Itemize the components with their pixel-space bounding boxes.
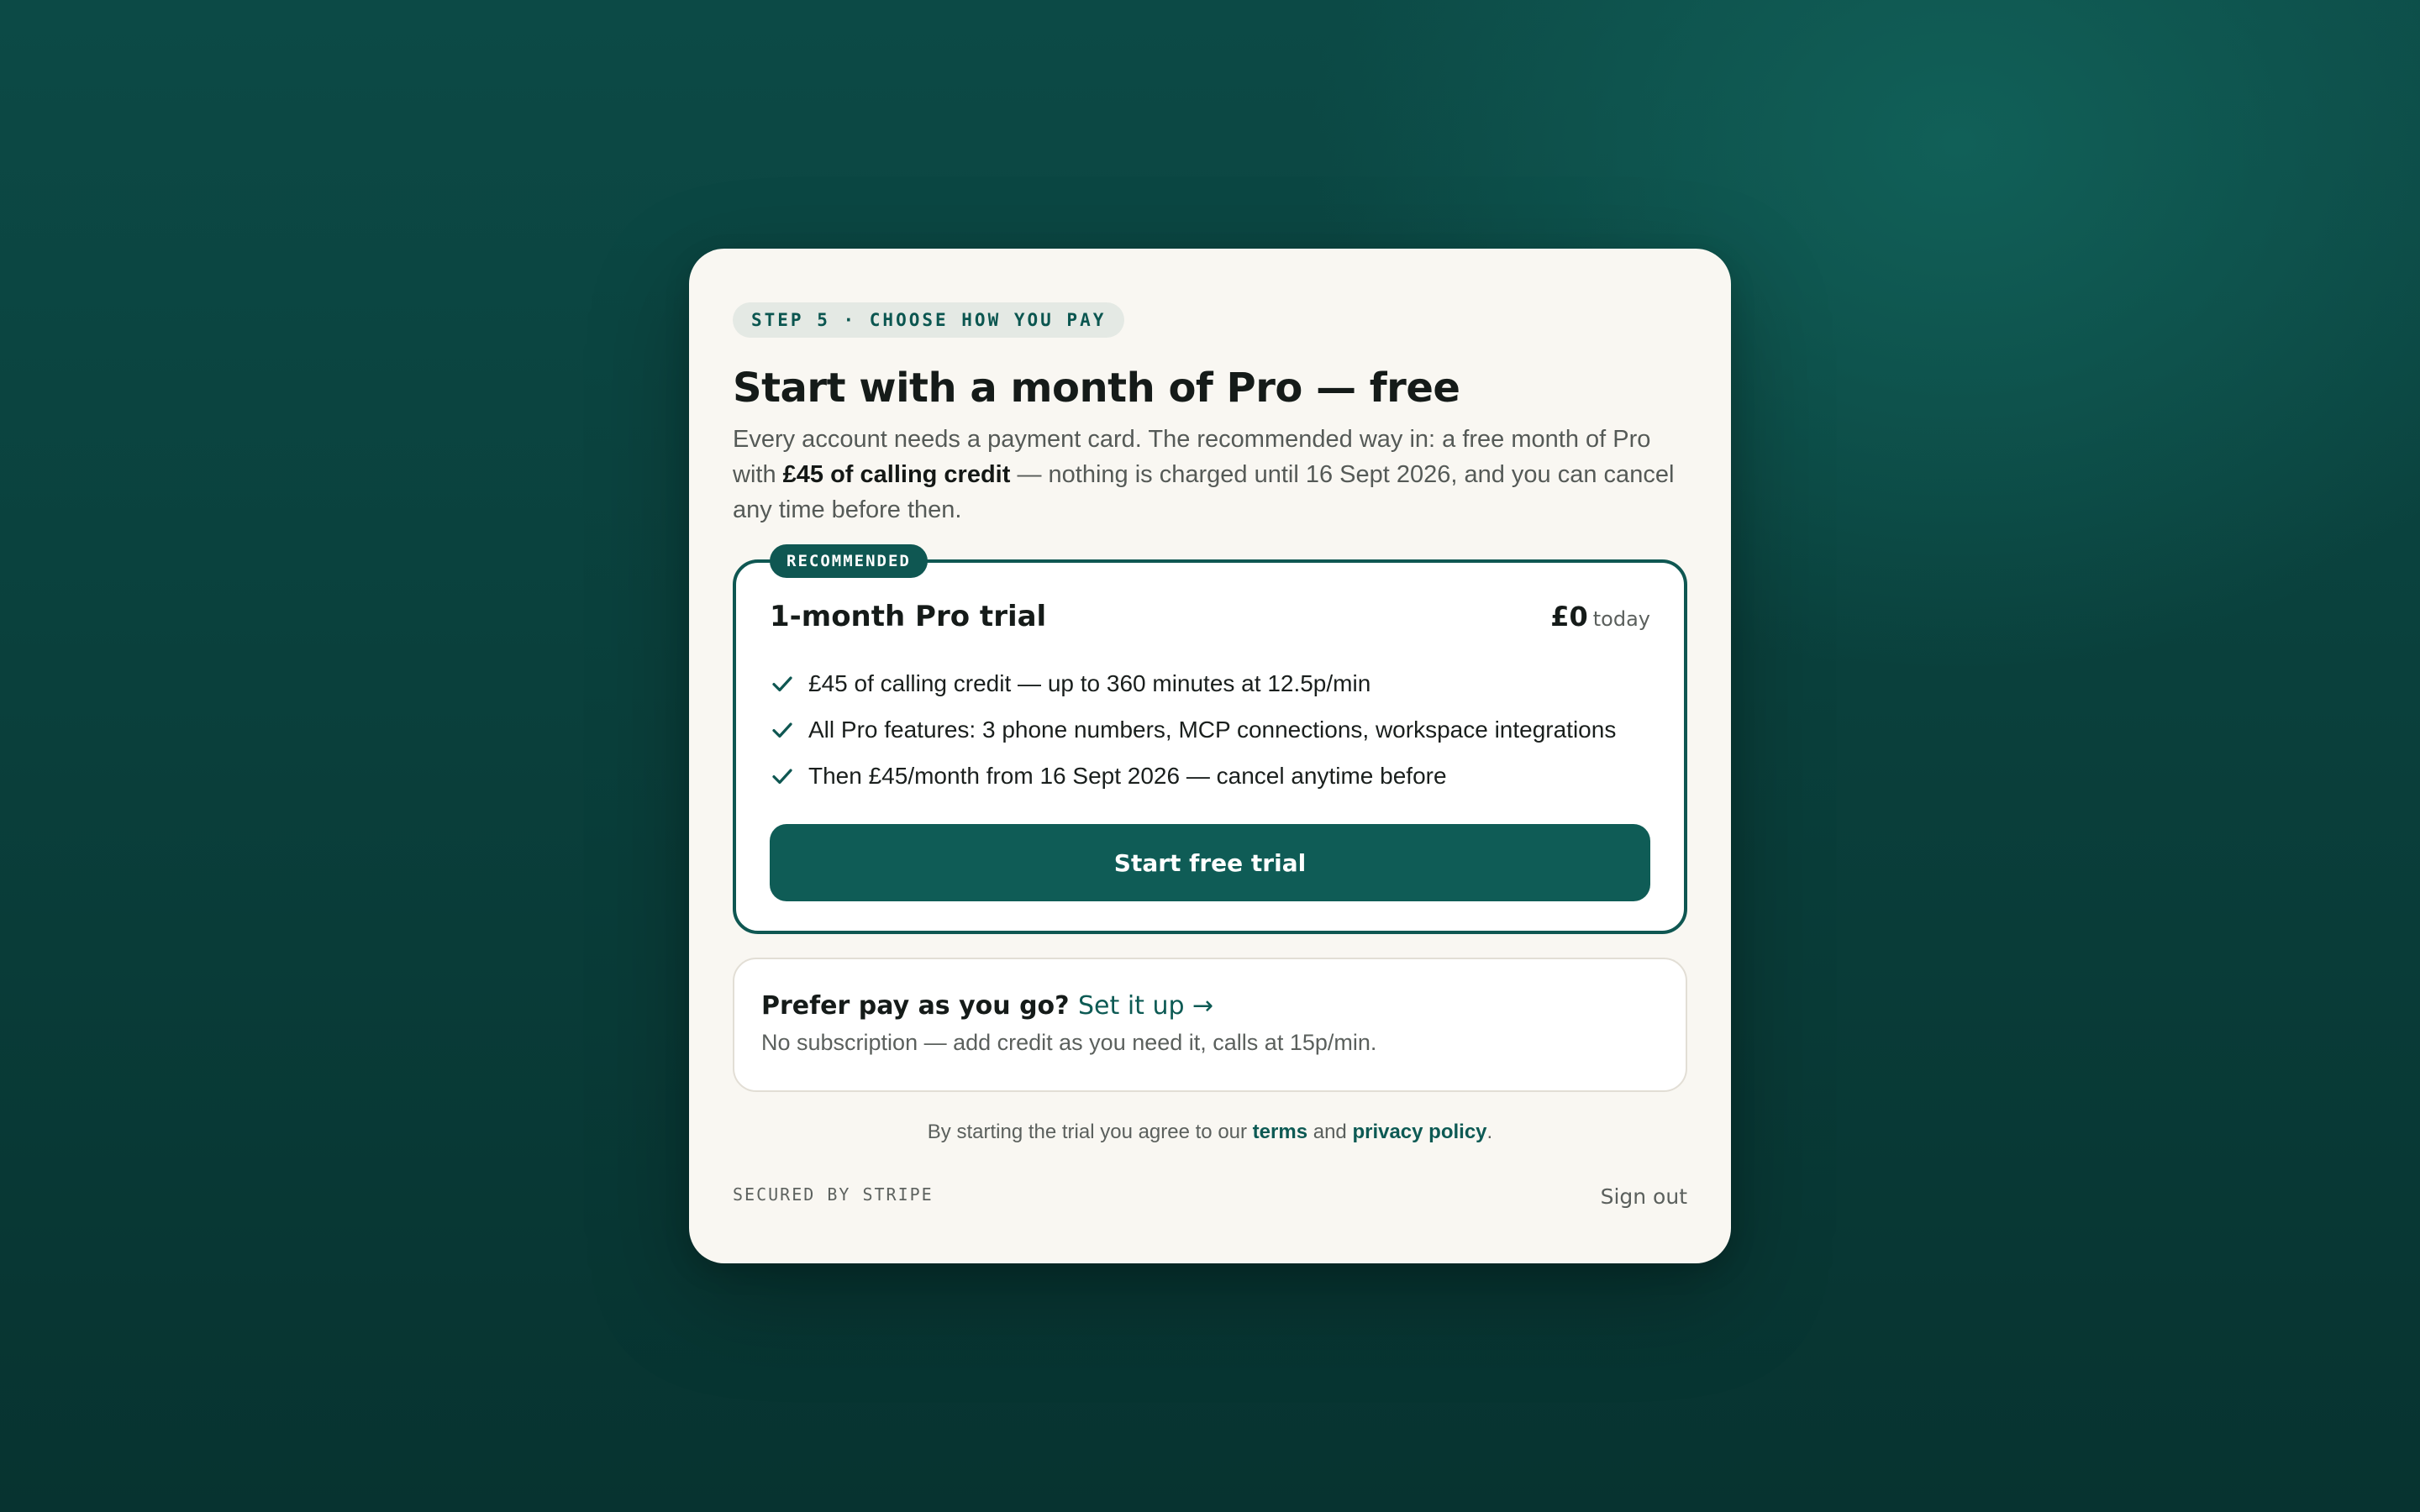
trial-option-card[interactable]: RECOMMENDED 1-month Pro trial £0 today £4…	[733, 544, 1687, 934]
secured-by-stripe-label: SECURED BY STRIPE	[733, 1184, 934, 1205]
trial-price: £0 today	[1550, 601, 1650, 633]
intro-credit-highlight: £45 of calling credit	[782, 461, 1011, 488]
start-free-trial-button[interactable]: Start free trial	[770, 824, 1650, 901]
legal-notice: By starting the trial you agree to our t…	[733, 1121, 1687, 1144]
check-icon	[772, 676, 792, 691]
trial-header: 1-month Pro trial £0 today	[770, 600, 1650, 643]
page-title: Start with a month of Pro — free	[733, 365, 1460, 412]
check-icon	[772, 722, 792, 738]
feature-item: £45 of calling credit — up to 360 minute…	[770, 660, 1650, 706]
step-badge: STEP 5 · CHOOSE HOW YOU PAY	[733, 302, 1125, 338]
payg-title: Prefer pay as you go? Set it up →	[761, 990, 1659, 1023]
check-icon	[772, 769, 792, 784]
recommended-badge: RECOMMENDED	[770, 544, 928, 578]
feature-text: All Pro features: 3 phone numbers, MCP c…	[808, 716, 1617, 743]
pay-as-you-go-card: Prefer pay as you go? Set it up → No sub…	[733, 958, 1687, 1092]
feature-item: All Pro features: 3 phone numbers, MCP c…	[770, 706, 1650, 753]
sign-out-button[interactable]: Sign out	[1601, 1184, 1687, 1209]
legal-text-and: and	[1307, 1121, 1353, 1143]
payg-question: Prefer pay as you go?	[761, 991, 1070, 1021]
card-footer: SECURED BY STRIPE Sign out	[733, 1179, 1687, 1210]
trial-feature-list: £45 of calling credit — up to 360 minute…	[770, 660, 1650, 799]
feature-text: £45 of calling credit — up to 360 minute…	[808, 669, 1371, 696]
privacy-policy-link[interactable]: privacy policy	[1352, 1121, 1486, 1143]
intro-text: Every account needs a payment card. The …	[733, 422, 1687, 528]
trial-price-note: today	[1592, 607, 1650, 631]
feature-item: Then £45/month from 16 Sept 2026 — cance…	[770, 753, 1650, 799]
terms-link[interactable]: terms	[1253, 1121, 1307, 1143]
set-it-up-link[interactable]: Set it up →	[1078, 991, 1213, 1021]
feature-text: Then £45/month from 16 Sept 2026 — cance…	[808, 762, 1447, 789]
payment-card-panel: STEP 5 · CHOOSE HOW YOU PAY Start with a…	[689, 249, 1731, 1263]
trial-name: 1-month Pro trial	[770, 600, 1047, 633]
legal-text-end: .	[1486, 1121, 1493, 1143]
legal-text-start: By starting the trial you agree to our	[927, 1121, 1253, 1143]
payg-description: No subscription — add credit as you need…	[761, 1030, 1377, 1055]
trial-price-amount: £0	[1550, 601, 1588, 633]
